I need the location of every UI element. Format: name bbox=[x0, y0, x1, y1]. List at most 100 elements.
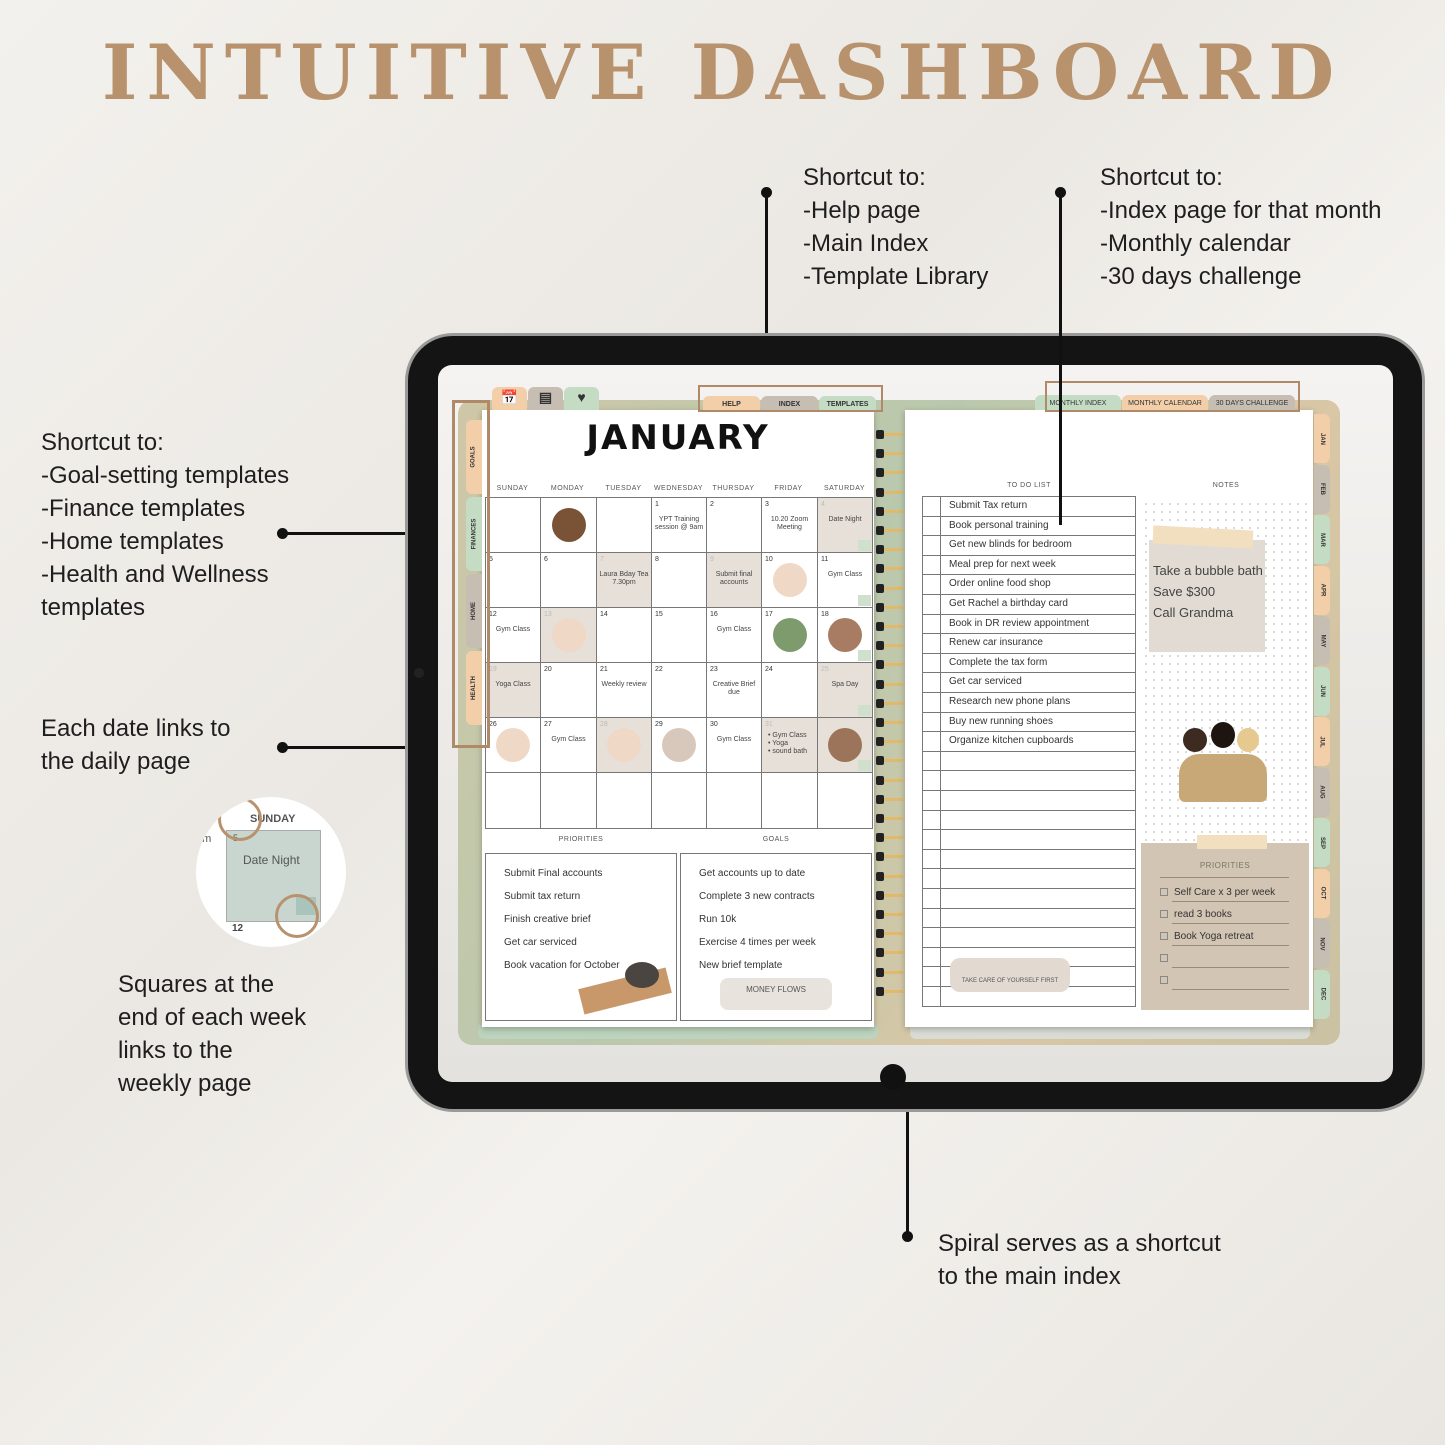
day-cell-20[interactable]: 20 bbox=[540, 662, 597, 718]
month-tab-jun[interactable]: JUN bbox=[1314, 666, 1330, 716]
checkbox[interactable] bbox=[1160, 954, 1168, 963]
calendar-cell[interactable] bbox=[817, 717, 873, 773]
spiral-ring[interactable] bbox=[876, 967, 903, 977]
calendar-cell[interactable] bbox=[485, 772, 541, 829]
day-cell-12[interactable]: 12 Gym Class bbox=[485, 607, 541, 663]
day-cell-16[interactable]: 16 Gym Class bbox=[706, 607, 762, 663]
todo-row[interactable] bbox=[922, 771, 1136, 791]
todo-checkbox-column[interactable] bbox=[940, 947, 941, 967]
month-tab-dec[interactable]: DEC bbox=[1314, 969, 1330, 1019]
todo-row[interactable]: Get car serviced bbox=[922, 673, 1136, 693]
month-tab-mar[interactable]: MAR bbox=[1314, 515, 1330, 564]
spiral-ring[interactable] bbox=[876, 929, 903, 939]
priority-item[interactable]: Submit Final accounts bbox=[504, 868, 602, 879]
todo-checkbox-column[interactable] bbox=[940, 497, 941, 516]
todo-row[interactable]: Order online food shop bbox=[922, 575, 1136, 595]
calendar-cell[interactable] bbox=[817, 772, 873, 829]
weekly-page-link-square[interactable] bbox=[858, 540, 871, 551]
month-tab-sep[interactable]: SEP bbox=[1314, 818, 1330, 867]
day-cell-3[interactable]: 3 10.20 Zoom Meeting bbox=[761, 497, 818, 553]
day-cell-22[interactable]: 22 bbox=[651, 662, 707, 718]
day-cell-31[interactable]: 31 • Gym Class • Yoga • sound bath bbox=[761, 717, 818, 773]
goal-item[interactable]: Complete 3 new contracts bbox=[699, 891, 815, 902]
todo-row[interactable] bbox=[922, 869, 1136, 889]
day-cell-21[interactable]: 21 Weekly review bbox=[596, 662, 652, 718]
day-cell-28[interactable]: 28 bbox=[596, 717, 652, 773]
todo-checkbox-column[interactable] bbox=[940, 693, 941, 712]
todo-row[interactable]: Renew car insurance bbox=[922, 634, 1136, 654]
top-shortcut-heart[interactable]: ♥ bbox=[564, 387, 599, 410]
calendar-cell[interactable] bbox=[706, 772, 762, 829]
todo-row[interactable]: Organize kitchen cupboards bbox=[922, 732, 1136, 752]
day-cell-6[interactable]: 6 bbox=[540, 552, 597, 608]
day-cell-10[interactable]: 10 bbox=[761, 552, 818, 608]
calendar-cell[interactable] bbox=[540, 772, 597, 829]
weekly-page-link-square[interactable] bbox=[858, 650, 871, 661]
todo-row[interactable] bbox=[922, 751, 1136, 772]
day-cell-24[interactable]: 24 bbox=[761, 662, 818, 718]
month-tab-jan[interactable]: JAN bbox=[1314, 414, 1330, 463]
day-cell-7[interactable]: 7 Laura Bday Tea 7.30pm bbox=[596, 552, 652, 608]
spiral-ring[interactable] bbox=[876, 564, 903, 574]
todo-checkbox-column[interactable] bbox=[940, 712, 941, 732]
todo-checkbox-column[interactable] bbox=[940, 849, 941, 869]
priority-checklist-item[interactable]: Self Care x 3 per week bbox=[1160, 887, 1275, 898]
todo-checkbox-column[interactable] bbox=[940, 732, 941, 751]
day-cell-13[interactable]: 13 bbox=[540, 607, 597, 663]
spiral-ring[interactable] bbox=[876, 449, 903, 459]
day-cell-27[interactable]: 27 Gym Class bbox=[540, 717, 597, 773]
weekly-page-link-square[interactable] bbox=[858, 760, 871, 771]
todo-row[interactable]: Book in DR review appointment bbox=[922, 614, 1136, 635]
day-cell-1[interactable]: 1 YPT Training session @ 9am bbox=[651, 497, 707, 553]
todo-row[interactable]: Book personal training bbox=[922, 516, 1136, 537]
todo-checkbox-column[interactable] bbox=[940, 595, 941, 614]
spiral-ring[interactable] bbox=[876, 756, 903, 766]
day-cell-23[interactable]: 23 Creative Brief due bbox=[706, 662, 762, 718]
spiral-ring[interactable] bbox=[876, 890, 903, 900]
day-cell-5[interactable]: 5 bbox=[485, 552, 541, 608]
todo-row[interactable] bbox=[922, 889, 1136, 909]
checkbox[interactable] bbox=[1160, 932, 1168, 941]
day-cell-15[interactable]: 15 bbox=[651, 607, 707, 663]
spiral-ring[interactable] bbox=[876, 986, 903, 996]
todo-checkbox-column[interactable] bbox=[940, 516, 941, 536]
todo-row[interactable]: Buy new running shoes bbox=[922, 712, 1136, 733]
priority-item[interactable]: Finish creative brief bbox=[504, 914, 591, 925]
todo-checkbox-column[interactable] bbox=[940, 751, 941, 771]
todo-row[interactable] bbox=[922, 908, 1136, 929]
spiral-ring[interactable] bbox=[876, 506, 903, 516]
day-cell-8[interactable]: 8 bbox=[651, 552, 707, 608]
day-cell-19[interactable]: 19 Yoga Class bbox=[485, 662, 541, 718]
priority-item[interactable]: Submit tax return bbox=[504, 891, 580, 902]
spiral-ring[interactable] bbox=[876, 775, 903, 785]
spiral-ring[interactable] bbox=[876, 660, 903, 670]
todo-checkbox-column[interactable] bbox=[940, 575, 941, 594]
todo-checkbox-column[interactable] bbox=[940, 967, 941, 986]
day-cell-18[interactable]: 18 bbox=[817, 607, 873, 663]
todo-row[interactable]: Get Rachel a birthday card bbox=[922, 595, 1136, 615]
spiral-ring[interactable] bbox=[876, 679, 903, 689]
brand-logo-spiral-button[interactable] bbox=[880, 1064, 906, 1090]
todo-checkbox-column[interactable] bbox=[940, 908, 941, 928]
calendar-cell[interactable] bbox=[540, 497, 597, 553]
todo-row[interactable] bbox=[922, 810, 1136, 831]
todo-checkbox-column[interactable] bbox=[940, 673, 941, 692]
priority-checklist-item[interactable]: Book Yoga retreat bbox=[1160, 931, 1254, 942]
month-tab-apr[interactable]: APR bbox=[1314, 565, 1330, 615]
spiral-ring[interactable] bbox=[876, 641, 903, 651]
calendar-cell[interactable] bbox=[596, 497, 652, 553]
goal-item[interactable]: Get accounts up to date bbox=[699, 868, 805, 879]
spiral-ring[interactable] bbox=[876, 602, 903, 612]
calendar-cell[interactable] bbox=[596, 772, 652, 829]
checkbox[interactable] bbox=[1160, 976, 1168, 985]
todo-row[interactable] bbox=[922, 849, 1136, 870]
todo-row[interactable]: Research new phone plans bbox=[922, 693, 1136, 713]
todo-checkbox-column[interactable] bbox=[940, 810, 941, 830]
todo-row[interactable]: Complete the tax form bbox=[922, 653, 1136, 674]
todo-checkbox-column[interactable] bbox=[940, 536, 941, 555]
month-tab-nov[interactable]: NOV bbox=[1314, 919, 1330, 968]
weekly-page-link-square[interactable] bbox=[858, 705, 871, 716]
spiral-ring[interactable] bbox=[876, 737, 903, 747]
spiral-ring[interactable] bbox=[876, 871, 903, 881]
month-tab-feb[interactable]: FEB bbox=[1314, 464, 1330, 514]
